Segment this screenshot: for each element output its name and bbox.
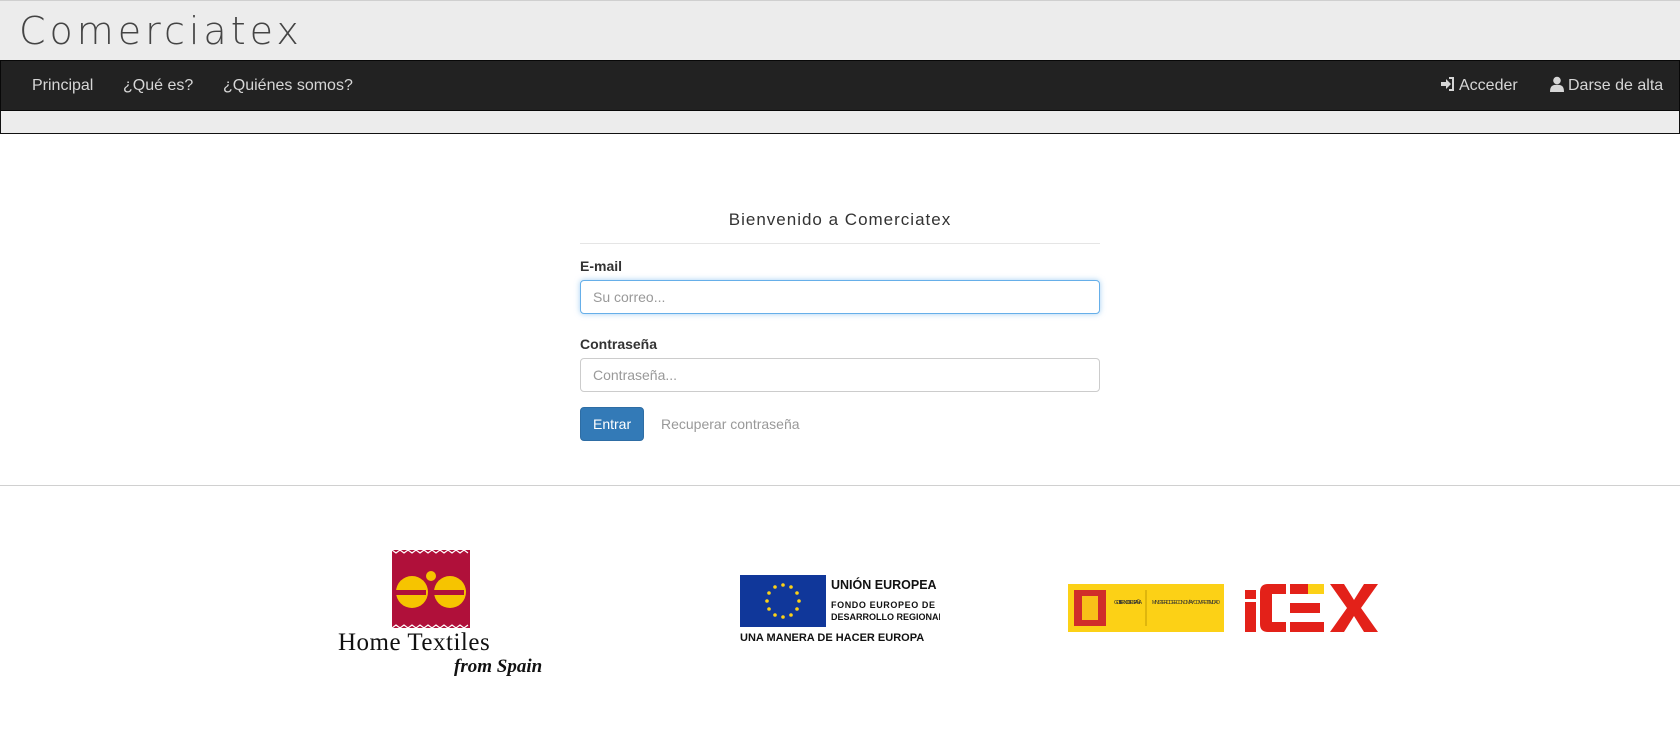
password-label: Contraseña xyxy=(580,336,658,352)
eu-motto: UNA MANERA DE HACER EUROPA xyxy=(740,632,924,644)
user-icon xyxy=(1550,76,1564,92)
login-title: Bienvenido a Comerciatex xyxy=(580,210,1100,244)
eu-feder-logo: UNIÓN EUROPEA FONDO EUROPEO DE DESARROLL… xyxy=(740,575,940,644)
eu-line1: FONDO EUROPEO DE xyxy=(831,600,936,610)
spain-gov-text: GOBIERNO DE ESPAÑA xyxy=(1114,599,1142,606)
recover-password-link[interactable]: Recuperar contraseña xyxy=(661,407,800,441)
login-actions: Entrar Recuperar contraseña xyxy=(580,407,1100,441)
nav-item-quienes-somos[interactable]: ¿Quiénes somos? xyxy=(208,61,368,110)
nav-acceder-label: Acceder xyxy=(1459,77,1518,94)
home-textiles-line1: Home Textiles xyxy=(338,629,490,656)
eu-line2: DESARROLLO REGIONAL xyxy=(831,612,940,622)
site-logo-title[interactable]: Comerciatex xyxy=(19,9,303,53)
email-input[interactable] xyxy=(580,280,1100,314)
sign-in-icon xyxy=(1441,77,1454,91)
home-textiles-line2: from Spain xyxy=(454,656,542,677)
top-navbar: Principal ¿Qué es? ¿Quiénes somos? Acced… xyxy=(0,60,1680,111)
nav-item-principal[interactable]: Principal xyxy=(17,61,108,110)
submit-button[interactable]: Entrar xyxy=(580,407,645,441)
nav-item-que-es[interactable]: ¿Qué es? xyxy=(108,61,208,110)
brand-bar: Comerciatex xyxy=(0,0,1680,60)
nav-item-acceder[interactable]: Acceder xyxy=(1425,61,1533,110)
password-input[interactable] xyxy=(580,358,1100,392)
icex-gobierno-logo: GOBIERNO DE ESPAÑA MINISTERIO DE ECONOMÍ… xyxy=(1068,584,1378,632)
header-strip xyxy=(0,111,1680,134)
home-textiles-logo: Home Textiles from Spain xyxy=(338,549,542,677)
nav-darse-de-alta-label: Darse de alta xyxy=(1568,77,1664,94)
footer-divider xyxy=(0,485,1680,486)
icex-wordmark xyxy=(1245,584,1378,632)
login-form: Bienvenido a Comerciatex E-mail Contrase… xyxy=(580,210,1100,441)
eu-flag xyxy=(740,575,826,627)
spain-ministry-text: MINISTERIO DE ECONOMÍA Y COMPETITIVIDAD xyxy=(1152,599,1220,606)
sponsor-logos: Home Textiles from Spain UNIÓN EUROPEA F… xyxy=(0,540,1680,680)
eu-title: UNIÓN EUROPEA xyxy=(831,577,937,592)
email-label: E-mail xyxy=(580,258,623,274)
nav-item-darse-de-alta[interactable]: Darse de alta xyxy=(1534,61,1678,110)
